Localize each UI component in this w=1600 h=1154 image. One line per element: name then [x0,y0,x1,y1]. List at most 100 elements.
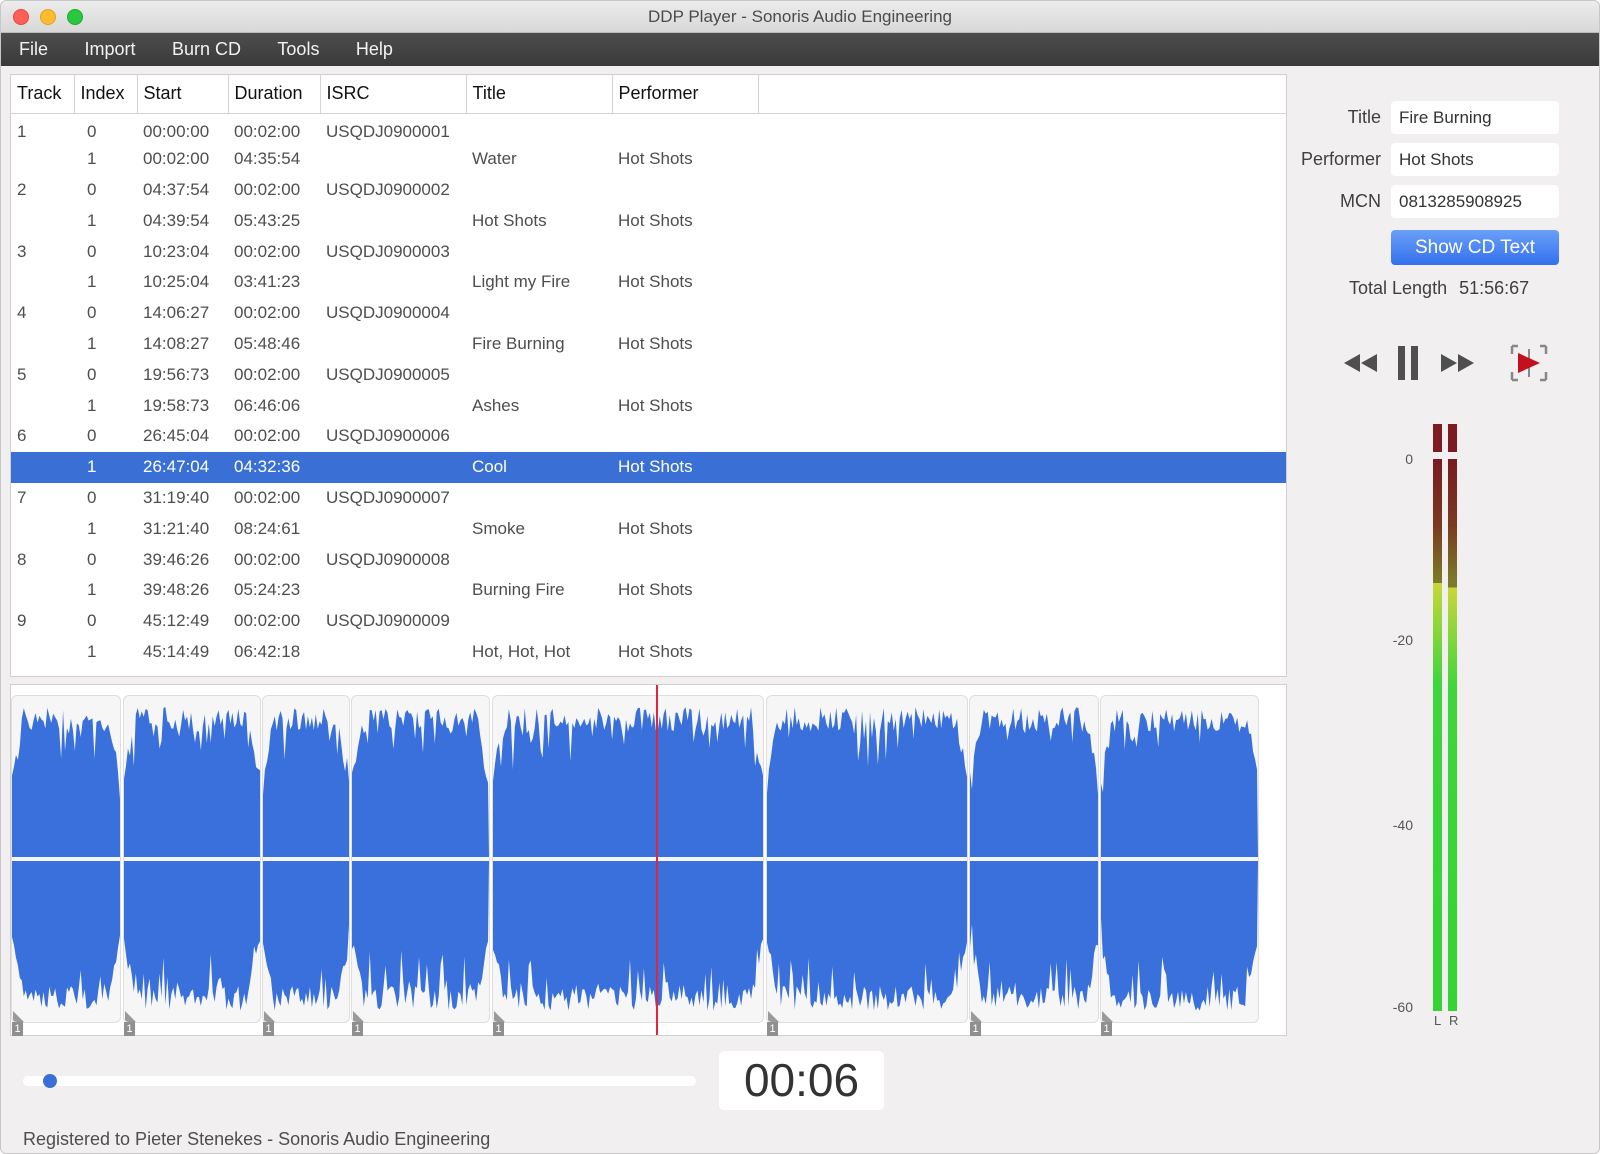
table-row[interactable]: 4 0 14:06:27 00:02:00 USQDJ0900004 [11,298,1286,329]
cell-duration: 00:02:00 [234,364,301,384]
fast-forward-button[interactable] [1437,341,1477,385]
pause-button[interactable] [1393,341,1423,385]
close-window-button[interactable] [13,9,29,25]
maximize-window-button[interactable] [67,9,83,25]
cell-title: Water [472,149,517,169]
table-row[interactable]: 1 04:39:54 05:43:25 Hot Shots Hot Shots [11,205,1286,236]
track-waveform-segment[interactable] [492,695,764,1023]
waveform-channel-right [767,860,967,1011]
waveform-graphic [12,707,120,1009]
cell-track [11,267,74,298]
total-length: Total Length 51:56:67 [1349,278,1529,299]
title-field[interactable]: Fire Burning [1391,101,1559,134]
waveform-channel-left [493,707,763,858]
waveform-channel-left [1101,709,1258,858]
column-header-track[interactable]: Track [11,75,75,114]
position-slider[interactable] [23,1074,696,1088]
mcn-field-row: MCN 0813285908925 [1291,185,1561,219]
cell-performer [612,175,758,206]
index-badge: 1 [767,1022,778,1036]
table-row[interactable]: 1 14:08:27 05:48:46 Fire Burning Hot Shots [11,329,1286,360]
table-row[interactable]: 1 31:21:40 08:24:61 Smoke Hot Shots [11,513,1286,544]
cell-filler [758,175,1286,206]
cell-start: 10:23:04 [143,241,210,261]
rewind-button[interactable] [1341,341,1381,385]
clip-indicator-right[interactable] [1448,424,1457,452]
total-length-value: 51:56:67 [1459,278,1530,298]
cell-index: 1 [87,518,97,538]
cell-duration: 04:35:54 [234,149,301,169]
menu-help[interactable]: Help [340,33,409,66]
track-waveform-segment[interactable] [766,695,968,1023]
track-waveform-segment[interactable] [11,695,121,1023]
table-row[interactable]: 3 0 10:23:04 00:02:00 USQDJ0900003 [11,236,1286,267]
track-waveform-segment[interactable] [123,695,261,1023]
playhead[interactable] [656,685,658,1035]
track-waveform-segment[interactable] [262,695,350,1023]
cell-filler [758,298,1286,329]
minimize-window-button[interactable] [40,9,56,25]
table-row[interactable]: 1 39:48:26 05:24:23 Burning Fire Hot Shots [11,575,1286,606]
cell-title [466,544,612,575]
waveform-view[interactable]: 1 1 1 1 1 1 1 1 [10,684,1287,1036]
table-row[interactable]: 6 0 26:45:04 00:02:00 USQDJ0900006 [11,421,1286,452]
table-row[interactable]: 2 0 04:37:54 00:02:00 USQDJ0900002 [11,175,1286,206]
menu-file[interactable]: File [1,33,64,66]
menu-tools[interactable]: Tools [261,33,335,66]
table-row[interactable]: 9 0 45:12:49 00:02:00 USQDJ0900009 [11,606,1286,637]
cell-track: 5 [17,364,27,384]
cell-isrc: USQDJ0900007 [326,487,450,507]
menu-bar: File Import Burn CD Tools Help [1,33,1599,66]
time-display: 00:06 [719,1051,884,1110]
table-row[interactable]: 5 0 19:56:73 00:02:00 USQDJ0900005 [11,359,1286,390]
cell-isrc: USQDJ0900001 [326,121,450,141]
mcn-field[interactable]: 0813285908925 [1391,185,1559,218]
meter-bar-right [1448,459,1457,1011]
show-cd-text-button[interactable]: Show CD Text [1391,230,1559,265]
table-row[interactable]: 1 00:02:00 04:35:54 Water Hot Shots [11,144,1286,175]
fast-forward-icon [1441,354,1474,372]
performer-field[interactable]: Hot Shots [1391,143,1559,176]
track-waveform-segment[interactable] [351,695,490,1023]
table-row[interactable]: 1 19:58:73 06:46:06 Ashes Hot Shots [11,390,1286,421]
column-header-start[interactable]: Start [137,75,229,114]
cell-title [466,483,612,514]
cell-performer: Hot Shots [618,272,693,292]
column-header-index[interactable]: Index [74,75,138,114]
cell-isrc [320,637,466,668]
index-badge: 1 [493,1022,504,1036]
table-row[interactable]: 1 45:14:49 06:42:18 Hot, Hot, Hot Hot Shots [11,637,1286,668]
waveform-channel-left [970,707,1098,858]
channel-label-left: L [1434,1013,1442,1028]
cell-start: 39:46:26 [143,549,210,569]
track-waveform-segment[interactable] [969,695,1099,1023]
cell-filler [758,483,1286,514]
table-row[interactable]: 7 0 31:19:40 00:02:00 USQDJ0900007 [11,483,1286,514]
cell-track [11,575,74,606]
position-slider-knob[interactable] [42,1074,57,1088]
cell-start: 14:06:27 [143,303,210,323]
clip-indicator-left[interactable] [1433,424,1442,452]
performer-label: Performer [1300,149,1381,169]
window-title: DDP Player - Sonoris Audio Engineering [648,7,952,26]
table-row[interactable]: 1 10:25:04 03:41:23 Light my Fire Hot Shots [11,267,1286,298]
table-row[interactable]: 8 0 39:46:26 00:02:00 USQDJ0900008 [11,544,1286,575]
column-header-duration[interactable]: Duration [228,75,321,114]
table-row[interactable]: 1 0 00:00:00 00:02:00 USQDJ0900001 [11,113,1286,144]
cell-isrc: USQDJ0900008 [326,549,450,569]
cell-index: 1 [87,149,97,169]
cell-duration: 00:02:00 [234,303,301,323]
cell-performer [612,421,758,452]
cell-index: 1 [87,395,97,415]
track-waveform-segment[interactable] [1100,695,1259,1023]
table-row[interactable]: 1 26:47:04 04:32:36 Cool Hot Shots [11,451,1286,483]
menu-burn-cd[interactable]: Burn CD [156,33,257,66]
column-header-isrc[interactable]: ISRC [320,75,467,114]
play-range-icon [1510,344,1548,382]
column-header-performer[interactable]: Performer [612,75,759,114]
cell-performer: Hot Shots [618,395,693,415]
cell-filler [758,421,1286,452]
column-header-title[interactable]: Title [466,75,613,114]
menu-import[interactable]: Import [68,33,151,66]
play-selection-button[interactable] [1509,341,1549,385]
